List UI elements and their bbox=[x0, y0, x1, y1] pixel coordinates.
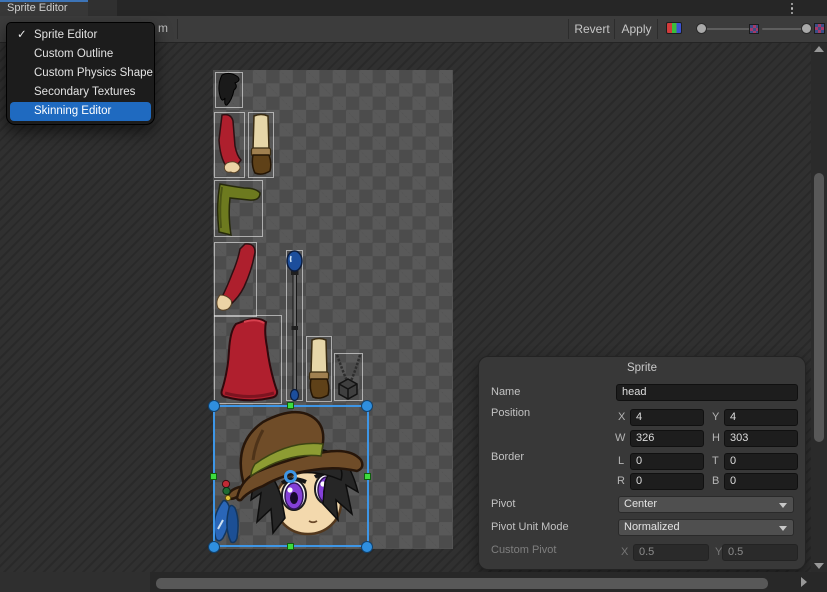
scroll-right-arrow-icon[interactable] bbox=[801, 577, 807, 587]
custom-pivot-x-label: X bbox=[621, 546, 628, 558]
boot-back-sprite[interactable] bbox=[306, 336, 332, 402]
position-y-field[interactable]: 4 bbox=[724, 409, 798, 426]
menu-item-custom-outline[interactable]: Custom Outline bbox=[7, 45, 154, 64]
name-label: Name bbox=[491, 386, 520, 398]
t-label: T bbox=[712, 455, 719, 467]
sprite-editor-tab[interactable]: Sprite Editor bbox=[0, 0, 88, 16]
toolbar-separator bbox=[568, 19, 569, 39]
scroll-up-arrow-icon[interactable] bbox=[814, 46, 824, 52]
selection-handle-top-right[interactable] bbox=[361, 400, 373, 412]
clipped-toolbar-text: m bbox=[158, 21, 168, 35]
apply-button[interactable]: Apply bbox=[616, 16, 657, 42]
menu-item-label: Secondary Textures bbox=[34, 86, 135, 98]
border-r-field[interactable]: 0 bbox=[630, 473, 704, 490]
staff-sprite[interactable] bbox=[286, 250, 303, 401]
arm-straight-sprite[interactable] bbox=[214, 242, 257, 317]
panel-title: Sprite bbox=[479, 362, 805, 374]
selection-handle-left[interactable] bbox=[210, 473, 217, 480]
arm-bent-sprite[interactable] bbox=[214, 112, 245, 178]
menu-item-label: Skinning Editor bbox=[34, 105, 111, 117]
custom-pivot-label: Custom Pivot bbox=[491, 544, 556, 556]
toolbar-separator bbox=[657, 19, 658, 39]
menu-item-custom-physics-shape[interactable]: Custom Physics Shape bbox=[7, 64, 154, 83]
border-label: Border bbox=[491, 451, 524, 463]
b-label: B bbox=[712, 475, 719, 487]
y-label: Y bbox=[712, 411, 719, 423]
border-t-field[interactable]: 0 bbox=[724, 453, 798, 470]
sprite-inspector-panel: Sprite Name head Position X 4 Y 4 W 326 … bbox=[478, 356, 806, 570]
dropdown-caret-icon bbox=[779, 503, 787, 508]
robe-sprite[interactable] bbox=[214, 315, 282, 404]
mip-slider-handle[interactable] bbox=[801, 23, 812, 34]
selection-handle-right[interactable] bbox=[364, 473, 371, 480]
menu-item-secondary-textures[interactable]: Secondary Textures bbox=[7, 83, 154, 102]
dropdown-caret-icon bbox=[779, 526, 787, 531]
horizontal-scrollbar[interactable] bbox=[150, 572, 827, 592]
custom-pivot-y-field: 0.5 bbox=[722, 544, 798, 561]
height-field[interactable]: 303 bbox=[724, 430, 798, 447]
r-label: R bbox=[617, 475, 625, 487]
x-label: X bbox=[618, 411, 625, 423]
rgb-alpha-toggle-icon[interactable] bbox=[666, 22, 682, 34]
custom-pivot-x-field: 0.5 bbox=[633, 544, 709, 561]
check-icon: ✓ bbox=[17, 26, 27, 45]
selection-handle-bottom-right[interactable] bbox=[361, 541, 373, 553]
scarf-sprite[interactable] bbox=[214, 180, 263, 237]
selection-handle-bottom-left[interactable] bbox=[208, 541, 220, 553]
name-field[interactable]: head bbox=[616, 384, 798, 401]
pendant-sprite[interactable] bbox=[334, 353, 363, 401]
revert-button[interactable]: Revert bbox=[570, 16, 614, 42]
toolbar-separator bbox=[177, 19, 178, 39]
border-b-field[interactable]: 0 bbox=[724, 473, 798, 490]
selection-handle-top-left[interactable] bbox=[208, 400, 220, 412]
menu-item-sprite-editor[interactable]: ✓ Sprite Editor bbox=[7, 26, 154, 45]
kebab-menu-icon[interactable] bbox=[786, 2, 798, 15]
mip-level-icon bbox=[814, 23, 825, 34]
l-label: L bbox=[618, 455, 624, 467]
tab-extension bbox=[88, 0, 117, 16]
scroll-down-arrow-icon[interactable] bbox=[814, 563, 824, 569]
pivot-handle[interactable] bbox=[284, 470, 297, 483]
pivot-unit-mode-value: Normalized bbox=[624, 521, 680, 533]
h-label: H bbox=[712, 432, 720, 444]
title-bar: Sprite Editor bbox=[0, 0, 827, 16]
toolbar-separator bbox=[614, 19, 615, 39]
pivot-dropdown[interactable]: Center bbox=[618, 496, 794, 513]
w-label: W bbox=[615, 432, 625, 444]
zoom-slider-handle[interactable] bbox=[696, 23, 707, 34]
horizontal-scrollbar-thumb[interactable] bbox=[156, 578, 768, 589]
sprite-editor-mode-menu: ✓ Sprite Editor Custom Outline Custom Ph… bbox=[6, 22, 155, 125]
border-l-field[interactable]: 0 bbox=[630, 453, 704, 470]
position-label: Position bbox=[491, 407, 530, 419]
vertical-scrollbar[interactable] bbox=[811, 43, 827, 572]
width-field[interactable]: 326 bbox=[630, 430, 704, 447]
menu-item-label: Sprite Editor bbox=[34, 29, 97, 41]
zoom-slider-track[interactable] bbox=[701, 28, 753, 30]
pivot-label: Pivot bbox=[491, 498, 515, 510]
pivot-dropdown-value: Center bbox=[624, 498, 657, 510]
vertical-scrollbar-thumb[interactable] bbox=[814, 173, 824, 442]
pivot-unit-mode-dropdown[interactable]: Normalized bbox=[618, 519, 794, 536]
boot-front-sprite[interactable] bbox=[248, 112, 274, 178]
menu-item-skinning-editor[interactable]: Skinning Editor bbox=[10, 102, 151, 121]
selection-handle-bottom[interactable] bbox=[287, 543, 294, 550]
selection-handle-top[interactable] bbox=[287, 402, 294, 409]
menu-item-label: Custom Outline bbox=[34, 48, 113, 60]
bottom-left-gutter bbox=[0, 572, 150, 592]
menu-item-label: Custom Physics Shape bbox=[34, 67, 153, 79]
position-x-field[interactable]: 4 bbox=[630, 409, 704, 426]
mip-level-icon bbox=[749, 24, 759, 34]
pivot-unit-mode-label: Pivot Unit Mode bbox=[491, 521, 569, 533]
back-hair-sprite[interactable] bbox=[215, 72, 243, 108]
sprite-editor-window: Sprite Editor m Revert Apply bbox=[0, 0, 827, 592]
